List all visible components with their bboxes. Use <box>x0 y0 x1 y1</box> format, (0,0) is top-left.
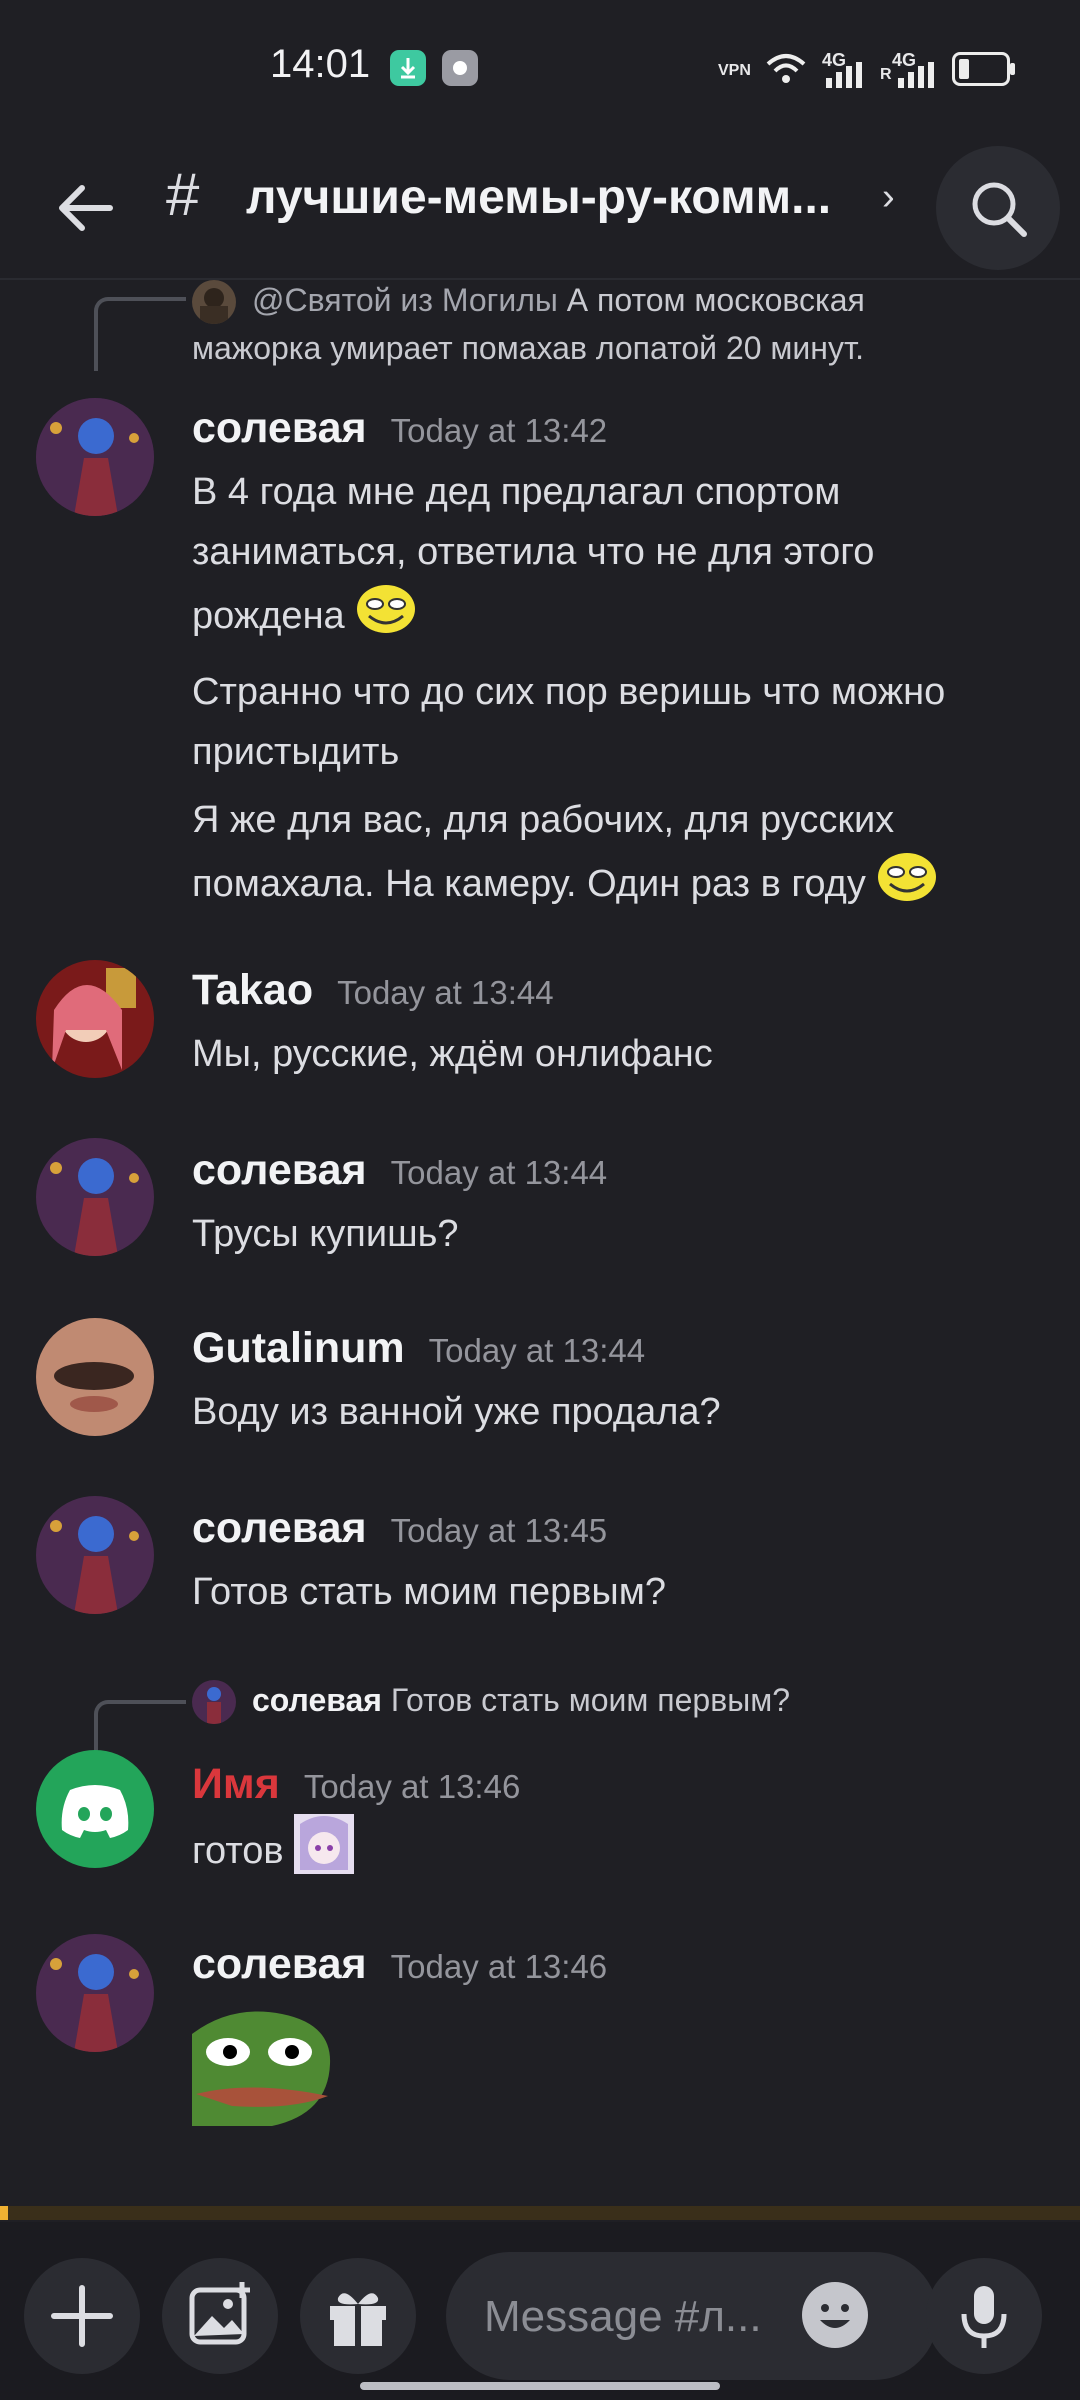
reply-preview[interactable]: @Святой из Могилы А потом московская <box>252 282 865 319</box>
message-timestamp: Today at 13:44 <box>428 1332 646 1369</box>
status-bar: 14:01 VPN 4G R 4G <box>0 0 1080 140</box>
message-timestamp: Today at 13:44 <box>390 1154 608 1191</box>
reply-text: Готов стать моим первым? <box>390 1682 791 1718</box>
back-arrow-icon <box>59 185 113 231</box>
trollface-emoji-icon <box>355 582 417 654</box>
message-content: Мы, русские, ждём онлифанс <box>192 1033 713 1075</box>
emoji-icon <box>820 2304 850 2328</box>
message-author[interactable]: Имя Today at 13:46 <box>192 1760 520 1809</box>
signal-icon-2 <box>898 62 934 88</box>
message-input[interactable] <box>482 2286 786 2348</box>
vpn-label: VPN <box>718 62 751 79</box>
message-content: Воду из ванной уже продала? <box>192 1391 721 1433</box>
message-content: В 4 года мне дед предлагал спортом заним… <box>192 462 1012 922</box>
reply-author: @Святой из Могилы <box>252 282 558 318</box>
message-timestamp: Today at 13:46 <box>390 1948 608 1985</box>
avatar[interactable] <box>36 1496 154 1614</box>
message-timestamp: Today at 13:42 <box>390 412 608 449</box>
message-content: Готов стать моим первым? <box>192 1571 666 1613</box>
message-author[interactable]: солевая Today at 13:46 <box>192 1940 607 1989</box>
avatar[interactable] <box>36 1138 154 1256</box>
message-feed[interactable]: @Святой из Могилы А потом московская маж… <box>0 280 1080 2200</box>
gallery-button[interactable] <box>162 2258 278 2374</box>
roaming-label: R <box>880 66 892 83</box>
message-author[interactable]: Gutalinum Today at 13:44 <box>192 1324 645 1373</box>
reply-avatar <box>192 1680 236 1724</box>
avatar[interactable] <box>36 398 154 516</box>
avatar[interactable] <box>36 960 154 1078</box>
message-timestamp: Today at 13:44 <box>337 974 554 1011</box>
wifi-icon <box>766 54 806 83</box>
channel-header: # лучшие-мемы-ру-комм... › <box>0 140 1080 280</box>
message-input-box[interactable] <box>446 2252 938 2380</box>
avatar[interactable] <box>36 1318 154 1436</box>
reply-connector <box>94 297 186 371</box>
message-author[interactable]: солевая Today at 13:42 <box>192 404 607 453</box>
microphone-icon <box>961 2286 1007 2348</box>
add-attachment-button[interactable] <box>24 2258 140 2374</box>
plus-icon <box>51 2285 113 2347</box>
gift-button[interactable] <box>300 2258 416 2374</box>
signal-icon-1 <box>826 62 862 88</box>
settings-notification-icon <box>442 50 478 86</box>
message-author[interactable]: солевая Today at 13:44 <box>192 1146 607 1195</box>
home-indicator[interactable] <box>360 2382 720 2390</box>
discord-logo-icon <box>61 1785 129 1838</box>
message-composer <box>0 2222 1080 2400</box>
reply-text: А потом московская <box>566 282 865 318</box>
channel-title[interactable]: лучшие-мемы-ру-комм... <box>246 170 866 225</box>
image-icon <box>189 2282 250 2345</box>
avatar[interactable] <box>36 1934 154 2052</box>
message-author[interactable]: солевая Today at 13:45 <box>192 1504 607 1553</box>
message-author[interactable]: Takao Today at 13:44 <box>192 966 554 1015</box>
battery-icon <box>952 52 1015 86</box>
gift-icon <box>330 2293 386 2346</box>
reply-preview[interactable]: солевая Готов стать моим первым? <box>252 1682 790 1719</box>
reply-author: солевая <box>252 1682 382 1718</box>
back-button[interactable] <box>48 170 124 246</box>
anime-girl-emoji-icon <box>294 1814 355 1892</box>
message-content: готов <box>192 1814 1012 1892</box>
status-time: 14:01 <box>270 42 371 86</box>
trollface-emoji-icon <box>876 850 938 922</box>
reply-text-continued: мажорка умирает помахав лопатой 20 минут… <box>192 330 864 366</box>
avatar[interactable] <box>36 1750 154 1868</box>
chevron-right-icon[interactable]: › <box>882 176 895 219</box>
message-content: Трусы купишь? <box>192 1213 459 1255</box>
emoji-button[interactable] <box>802 2282 868 2348</box>
reply-avatar <box>192 280 236 324</box>
voice-message-button[interactable] <box>926 2258 1042 2374</box>
search-icon <box>972 182 1027 237</box>
channel-hash-icon: # <box>166 161 200 228</box>
message-timestamp: Today at 13:45 <box>390 1512 608 1549</box>
unread-indicator <box>0 2206 1080 2220</box>
pepe-sticker[interactable] <box>192 2004 336 2133</box>
search-button[interactable] <box>936 146 1060 270</box>
download-icon <box>390 50 426 86</box>
message-timestamp: Today at 13:46 <box>303 1768 521 1805</box>
